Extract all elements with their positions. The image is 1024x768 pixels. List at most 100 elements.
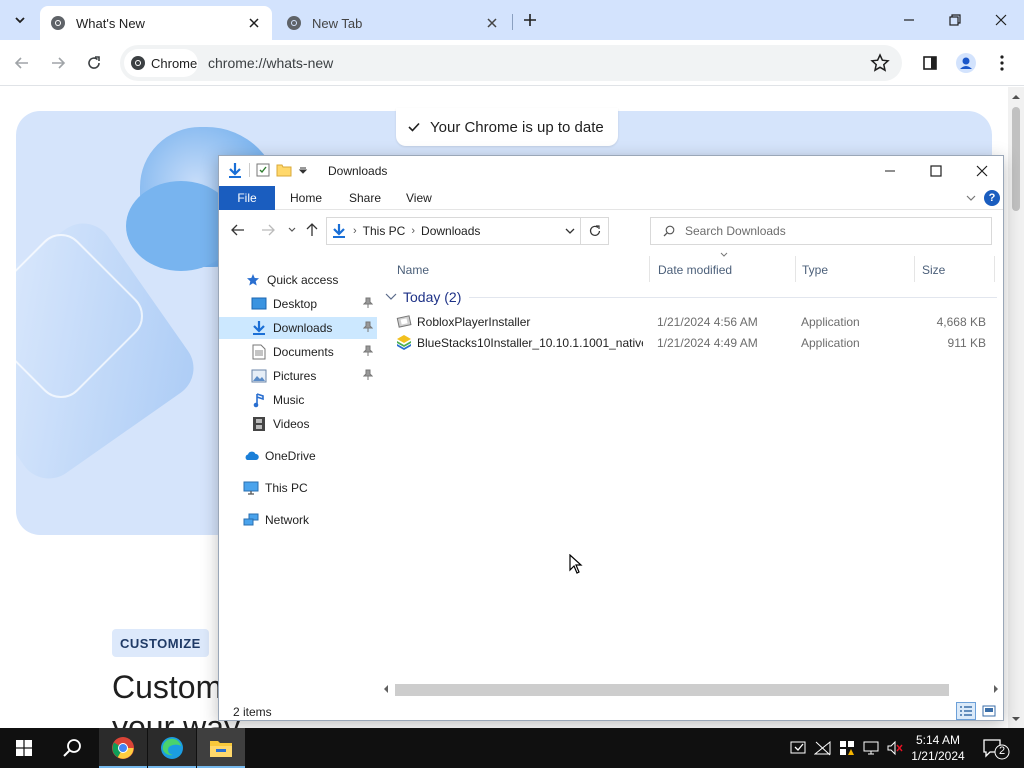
taskbar-search-button[interactable] xyxy=(48,728,96,768)
nav-downloads[interactable]: Downloads xyxy=(219,317,377,339)
taskbar-chrome[interactable] xyxy=(99,728,147,768)
arrow-left-icon xyxy=(14,57,28,69)
expand-ribbon-chevron-icon[interactable] xyxy=(965,192,977,204)
maximize-icon xyxy=(930,165,942,177)
column-header-type[interactable]: Type xyxy=(802,258,828,282)
up-folder-button[interactable] xyxy=(303,222,321,238)
back-button[interactable] xyxy=(8,49,36,77)
tray-ethernet-icon[interactable] xyxy=(862,739,880,757)
customize-toolbar-chevron-icon[interactable] xyxy=(298,165,308,175)
tab-whats-new[interactable]: What's New xyxy=(40,6,272,40)
column-divider[interactable] xyxy=(795,256,796,282)
arrow-right-icon xyxy=(262,224,275,236)
nav-videos[interactable]: Videos xyxy=(219,413,377,435)
column-divider[interactable] xyxy=(649,256,650,282)
tray-volume-muted-icon[interactable] xyxy=(886,739,904,757)
group-header-today[interactable]: Today (2) xyxy=(385,286,997,308)
tab-close-button[interactable] xyxy=(484,15,500,31)
file-explorer-icon xyxy=(210,741,232,757)
nav-documents[interactable]: Documents xyxy=(219,341,377,363)
bookmark-star-icon[interactable] xyxy=(870,53,890,73)
column-header-name[interactable]: Name xyxy=(397,258,429,282)
restore-icon xyxy=(949,14,961,26)
chevron-down-icon xyxy=(15,17,25,24)
nav-quick-access[interactable]: Quick access xyxy=(219,269,377,291)
explorer-maximize-button[interactable] xyxy=(913,156,959,186)
scroll-right-icon[interactable] xyxy=(993,685,999,693)
scrollbar-thumb[interactable] xyxy=(1012,107,1020,211)
chevron-down-icon[interactable] xyxy=(564,224,576,238)
taskbar-file-explorer[interactable] xyxy=(197,728,245,768)
file-type: Application xyxy=(801,315,860,329)
forward-button[interactable] xyxy=(44,49,72,77)
breadcrumb-this-pc[interactable]: This PC xyxy=(363,224,406,238)
nav-network[interactable]: Network xyxy=(219,509,377,531)
breadcrumb-downloads[interactable]: Downloads xyxy=(421,224,480,238)
site-info-chip[interactable]: Chrome xyxy=(124,49,198,77)
tray-security-icon[interactable] xyxy=(790,739,808,757)
large-icons-view-button[interactable] xyxy=(979,702,999,720)
column-divider[interactable] xyxy=(914,256,915,282)
ribbon-tab-share[interactable]: Share xyxy=(349,186,381,210)
omnibox[interactable]: Chrome chrome://whats-new xyxy=(120,45,902,81)
scroll-left-icon[interactable] xyxy=(383,685,389,693)
page-scrollbar[interactable] xyxy=(1008,87,1024,728)
details-view-button[interactable] xyxy=(956,702,976,720)
close-window-button[interactable] xyxy=(978,0,1024,40)
horizontal-scrollbar-thumb[interactable] xyxy=(395,684,949,696)
url-text[interactable]: chrome://whats-new xyxy=(208,55,333,71)
profile-button[interactable] xyxy=(954,51,978,75)
details-view-icon xyxy=(960,706,972,716)
address-bar[interactable]: › This PC › Downloads xyxy=(326,217,609,245)
restore-button[interactable] xyxy=(932,0,978,40)
help-button[interactable]: ? xyxy=(984,190,1000,206)
taskbar-edge[interactable] xyxy=(148,728,196,768)
taskbar-clock[interactable]: 5:14 AM 1/21/2024 xyxy=(906,732,970,764)
ribbon-tab-file[interactable]: File xyxy=(219,186,275,210)
notification-center-button[interactable]: 2 xyxy=(980,736,1010,760)
explorer-minimize-button[interactable] xyxy=(867,156,913,186)
file-row[interactable]: BlueStacks10Installer_10.10.1.1001_nativ… xyxy=(396,332,990,353)
search-input[interactable] xyxy=(685,224,985,238)
column-header-date-modified[interactable]: Date modified xyxy=(658,258,732,282)
explorer-titlebar[interactable]: Downloads xyxy=(219,156,1003,186)
customize-chip: CUSTOMIZE xyxy=(112,629,209,657)
new-folder-icon[interactable] xyxy=(276,163,292,177)
explorer-back-button[interactable] xyxy=(229,222,247,238)
start-button[interactable] xyxy=(0,728,48,768)
tray-network-off-icon[interactable] xyxy=(814,739,832,757)
column-header-size[interactable]: Size xyxy=(922,258,945,282)
nav-onedrive[interactable]: OneDrive xyxy=(219,445,377,467)
navigation-pane: Quick access Desktop Downloads Documents… xyxy=(219,256,377,686)
nav-music[interactable]: Music xyxy=(219,389,377,411)
scroll-up-icon[interactable] xyxy=(1012,93,1020,101)
column-divider[interactable] xyxy=(994,256,995,282)
nav-label: Network xyxy=(265,513,310,527)
side-panel-button[interactable] xyxy=(918,51,942,75)
tab-close-button[interactable] xyxy=(246,15,262,31)
horizontal-scrollbar[interactable] xyxy=(379,682,1003,696)
minimize-button[interactable] xyxy=(886,0,932,40)
download-arrow-icon[interactable] xyxy=(227,162,243,178)
new-tab-button[interactable] xyxy=(518,8,542,32)
reload-icon xyxy=(88,56,100,69)
tab-new-tab[interactable]: New Tab xyxy=(276,6,510,40)
menu-button[interactable] xyxy=(990,51,1014,75)
explorer-close-button[interactable] xyxy=(959,156,1005,186)
refresh-button[interactable] xyxy=(580,218,608,244)
ribbon-tab-view[interactable]: View xyxy=(406,186,432,210)
ribbon-tab-home[interactable]: Home xyxy=(290,186,322,210)
recent-locations-button[interactable] xyxy=(283,222,301,238)
reload-button[interactable] xyxy=(80,49,108,77)
file-name: RobloxPlayerInstaller xyxy=(417,315,531,329)
explorer-forward-button[interactable] xyxy=(259,222,277,238)
scroll-down-icon[interactable] xyxy=(1012,715,1020,723)
nav-this-pc[interactable]: This PC xyxy=(219,477,377,499)
tray-windows-update-icon[interactable] xyxy=(838,739,856,757)
file-row[interactable]: RobloxPlayerInstaller 1/21/2024 4:56 AM … xyxy=(396,311,990,332)
tab-search-button[interactable] xyxy=(6,8,34,32)
nav-desktop[interactable]: Desktop xyxy=(219,293,377,315)
search-box[interactable] xyxy=(650,217,992,245)
nav-pictures[interactable]: Pictures xyxy=(219,365,377,387)
properties-icon[interactable] xyxy=(256,163,270,177)
